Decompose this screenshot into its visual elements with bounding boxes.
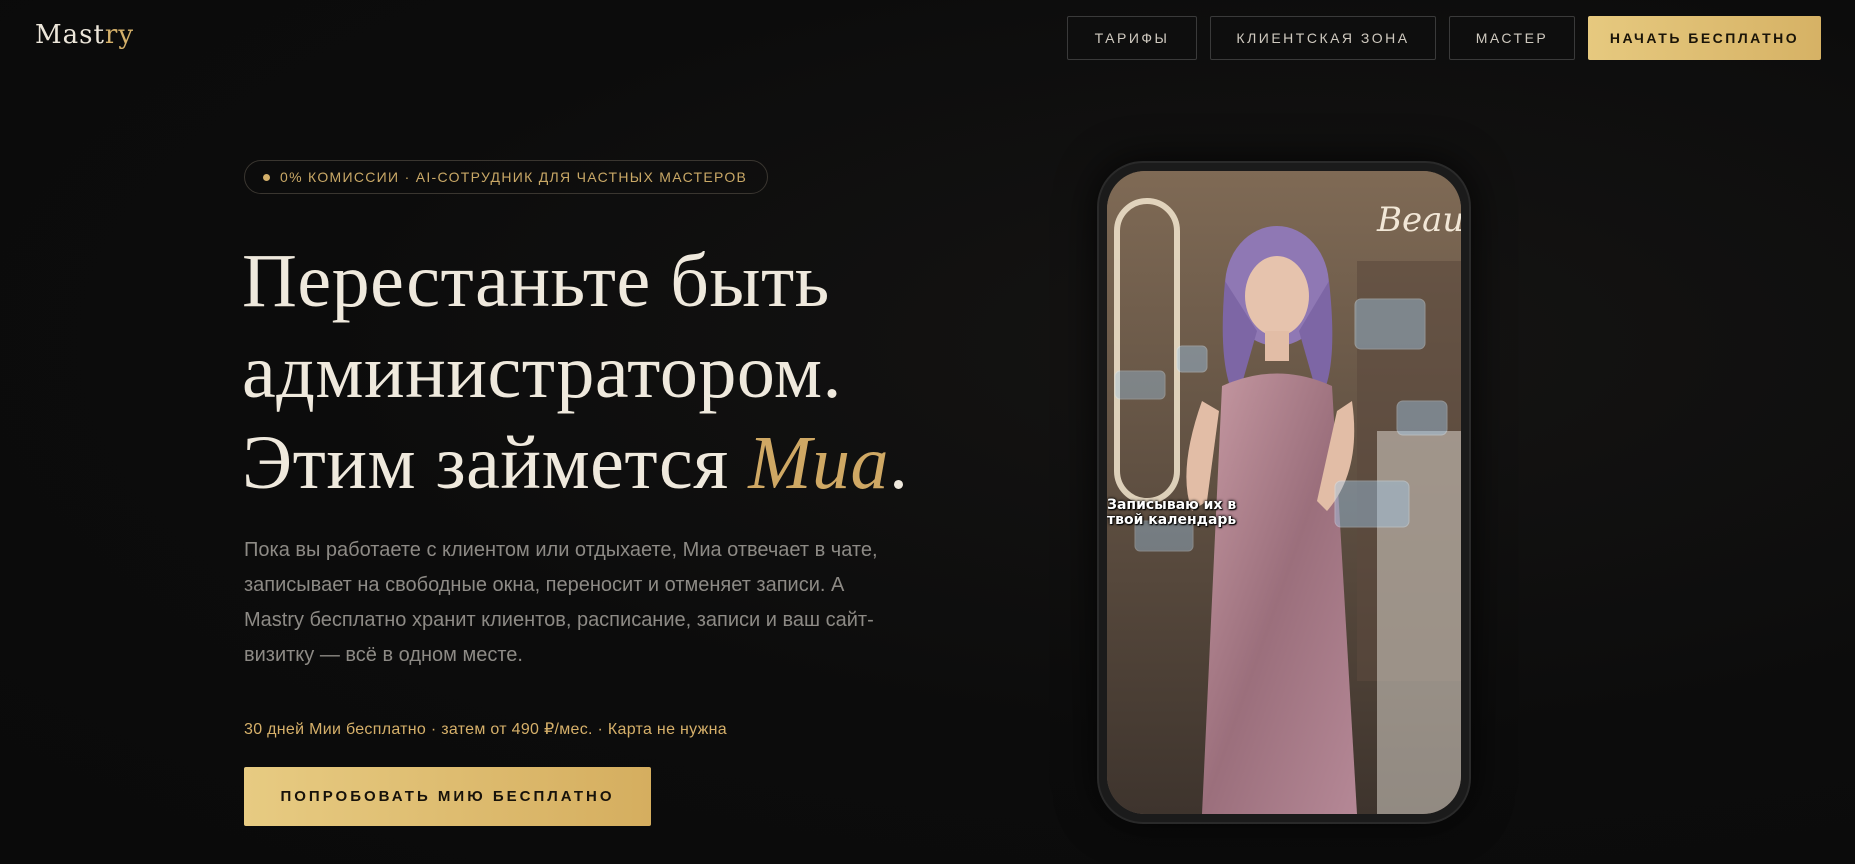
logo[interactable]: Mastry bbox=[35, 20, 134, 50]
hero-headline: Перестаньте быть администратором. Этим з… bbox=[242, 236, 909, 509]
hero-description: Пока вы работаете с клиентом или отдыхае… bbox=[244, 539, 878, 666]
phone-screen: Beauty Записываю их в твой календарь bbox=[1107, 171, 1461, 814]
headline-line-3: Этим займется bbox=[242, 421, 749, 505]
headline-line-1: Перестаньте быть bbox=[242, 239, 830, 323]
phone-caption: Записываю их в твой календарь bbox=[1107, 497, 1237, 528]
phone-mockup: Beauty Записываю их в твой календарь bbox=[1097, 161, 1471, 824]
badge-text: 0% КОМИССИИ · AI-СОТРУДНИК ДЛЯ ЧАСТНЫХ М… bbox=[280, 169, 748, 185]
salon-sign-text: Beauty bbox=[1376, 200, 1461, 240]
logo-main: Mast bbox=[35, 20, 105, 50]
salon-assistant-illustration: Beauty bbox=[1107, 171, 1461, 814]
try-mia-free-button[interactable]: ПОПРОБОВАТЬ МИЮ БЕСПЛАТНО bbox=[244, 767, 651, 826]
headline-line-2: администратором. bbox=[242, 330, 843, 414]
logo-accent: ry bbox=[104, 20, 135, 50]
nav-pricing-button[interactable]: ТАРИФЫ bbox=[1067, 16, 1197, 60]
headline-period: . bbox=[889, 421, 909, 505]
top-nav: ТАРИФЫ КЛИЕНТСКАЯ ЗОНА МАСТЕР НАЧАТЬ БЕС… bbox=[1067, 16, 1821, 60]
badge-dot-icon bbox=[263, 173, 270, 181]
hero-badge: 0% КОМИССИИ · AI-СОТРУДНИК ДЛЯ ЧАСТНЫХ М… bbox=[244, 160, 769, 194]
start-free-button[interactable]: НАЧАТЬ БЕСПЛАТНО bbox=[1588, 16, 1821, 60]
landing-page: Mastry ТАРИФЫ КЛИЕНТСКАЯ ЗОНА МАСТЕР НАЧ… bbox=[0, 0, 1855, 864]
headline-accent-name: Миа bbox=[748, 421, 890, 505]
offer-text: 30 дней Мии бесплатно · затем от 490 ₽/м… bbox=[244, 721, 727, 738]
nav-client-zone-button[interactable]: КЛИЕНТСКАЯ ЗОНА bbox=[1210, 16, 1436, 60]
nav-master-button[interactable]: МАСТЕР bbox=[1449, 16, 1575, 60]
